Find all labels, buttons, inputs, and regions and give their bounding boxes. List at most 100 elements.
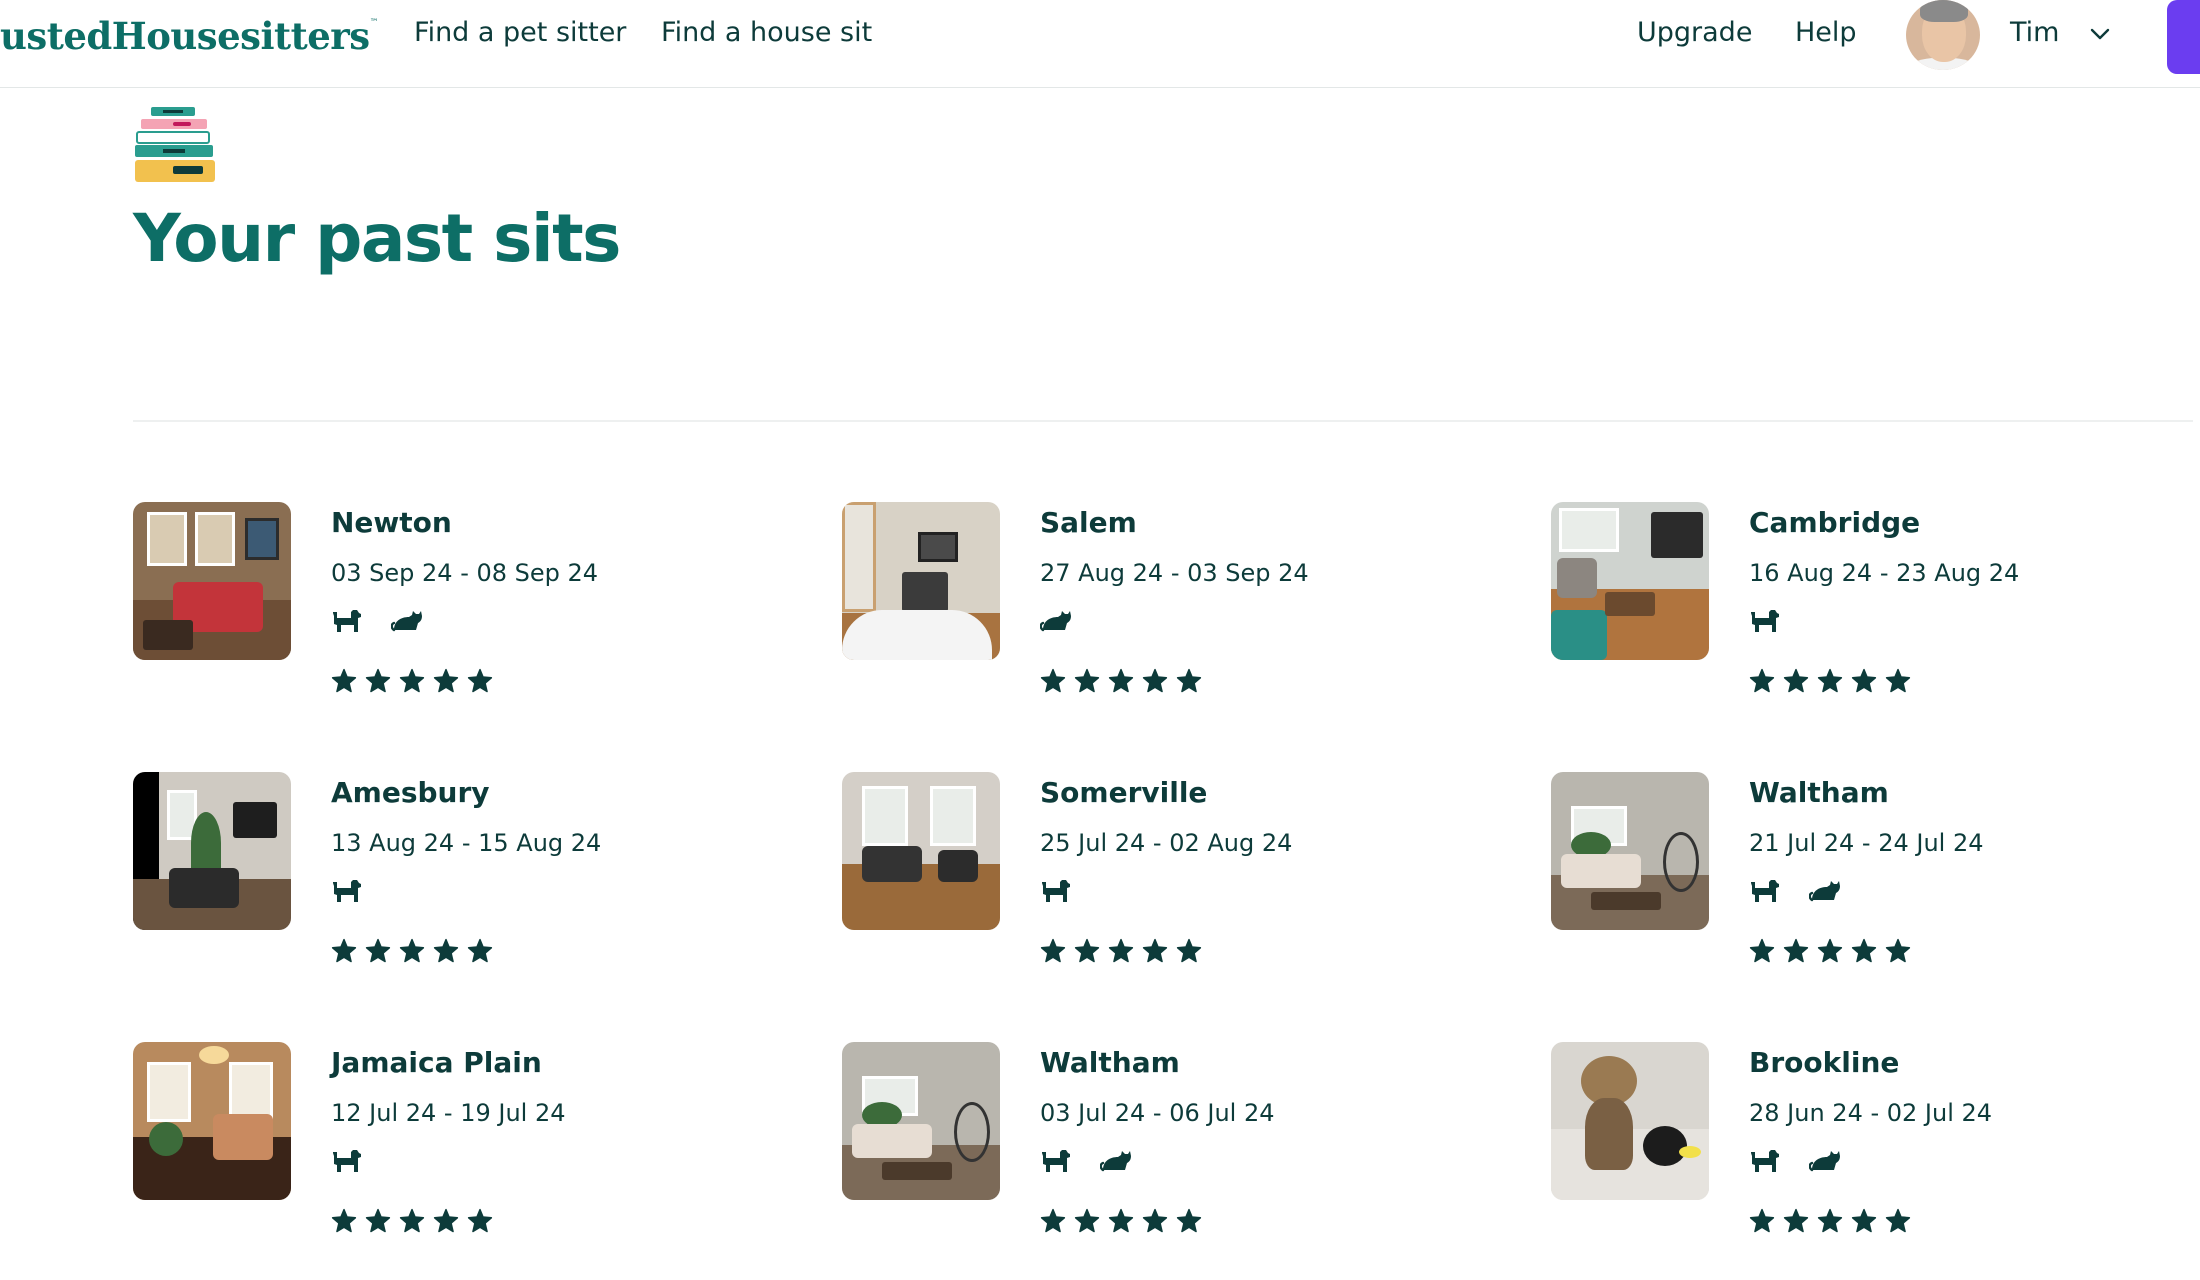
star-icon <box>1851 938 1877 963</box>
pet-icons <box>1749 876 1841 908</box>
sit-card-amesbury[interactable]: Amesbury 13 Aug 24 - 15 Aug 24 <box>133 772 773 992</box>
star-icon <box>1885 938 1911 963</box>
sit-card-newton[interactable]: Newton 03 Sep 24 - 08 Sep 24 <box>133 502 773 722</box>
trustedhousesitters-logo[interactable]: ustedHousesitters™ <box>0 14 379 58</box>
star-icon <box>1074 668 1100 693</box>
dog-icon <box>1042 880 1070 902</box>
star-icon <box>1074 938 1100 963</box>
sit-dates: 21 Jul 24 - 24 Jul 24 <box>1749 829 1984 857</box>
sit-city: Salem <box>1040 506 1137 539</box>
star-icon <box>433 938 459 963</box>
sit-photo <box>133 772 291 930</box>
star-icon <box>1817 938 1843 963</box>
star-icon <box>1885 668 1911 693</box>
pet-icons <box>331 876 363 908</box>
star-icon <box>399 668 425 693</box>
star-icon <box>1783 1208 1809 1233</box>
sit-dates: 25 Jul 24 - 02 Aug 24 <box>1040 829 1293 857</box>
sit-photo <box>133 502 291 660</box>
star-icon <box>365 668 391 693</box>
star-icon <box>1885 1208 1911 1233</box>
nav-help-link[interactable]: Help <box>1795 17 1857 48</box>
sit-photo <box>842 772 1000 930</box>
sit-card-waltham-1[interactable]: Waltham 21 Jul 24 - 24 Jul 24 <box>1551 772 2191 992</box>
sit-photo <box>133 1042 291 1200</box>
cat-icon <box>1809 1151 1840 1172</box>
sit-card-waltham-2[interactable]: Waltham 03 Jul 24 - 06 Jul 24 <box>842 1042 1482 1262</box>
star-icon <box>399 938 425 963</box>
sit-dates: 03 Jul 24 - 06 Jul 24 <box>1040 1099 1275 1127</box>
pet-icons <box>1749 606 1781 638</box>
side-tab-button[interactable] <box>2167 0 2200 74</box>
top-navigation-bar: ustedHousesitters™ Find a pet sitter Fin… <box>0 0 2200 88</box>
sit-card-cambridge[interactable]: Cambridge 16 Aug 24 - 23 Aug 24 <box>1551 502 2191 722</box>
star-icon <box>1040 668 1066 693</box>
pet-icons <box>1749 1146 1841 1178</box>
sit-dates: 16 Aug 24 - 23 Aug 24 <box>1749 559 2020 587</box>
sit-card-brookline[interactable]: Brookline 28 Jun 24 - 02 Jul 24 <box>1551 1042 2191 1262</box>
star-icon <box>1108 938 1134 963</box>
sit-city: Newton <box>331 506 452 539</box>
star-icon <box>1783 938 1809 963</box>
sit-city: Cambridge <box>1749 506 1921 539</box>
rating-stars <box>1749 1208 1911 1234</box>
chevron-down-icon[interactable] <box>2088 22 2112 46</box>
nav-upgrade-link[interactable]: Upgrade <box>1637 17 1752 48</box>
sit-dates: 28 Jun 24 - 02 Jul 24 <box>1749 1099 1993 1127</box>
nav-find-house-sit[interactable]: Find a house sit <box>661 17 872 48</box>
user-name[interactable]: Tim <box>2010 17 2059 48</box>
dog-icon <box>333 610 361 632</box>
sit-photo <box>1551 772 1709 930</box>
sit-photo <box>842 1042 1000 1200</box>
dog-icon <box>333 1150 361 1172</box>
cat-icon <box>1100 1151 1131 1172</box>
star-icon <box>1074 1208 1100 1233</box>
star-icon <box>1851 668 1877 693</box>
star-icon <box>1176 1208 1202 1233</box>
nav-find-pet-sitter[interactable]: Find a pet sitter <box>414 17 626 48</box>
stacked-suitcases-icon <box>135 107 215 182</box>
star-icon <box>467 938 493 963</box>
sit-dates: 27 Aug 24 - 03 Sep 24 <box>1040 559 1309 587</box>
star-icon <box>1040 1208 1066 1233</box>
user-avatar[interactable] <box>1906 0 1980 70</box>
star-icon <box>1749 1208 1775 1233</box>
pet-icons <box>331 606 423 638</box>
sit-city: Amesbury <box>331 776 490 809</box>
cat-icon <box>1809 881 1840 902</box>
star-icon <box>1040 938 1066 963</box>
rating-stars <box>331 1208 493 1234</box>
star-icon <box>331 938 357 963</box>
sit-card-somerville[interactable]: Somerville 25 Jul 24 - 02 Aug 24 <box>842 772 1482 992</box>
cat-icon <box>391 611 422 632</box>
sit-city: Brookline <box>1749 1046 1900 1079</box>
star-icon <box>433 1208 459 1233</box>
sit-card-salem[interactable]: Salem 27 Aug 24 - 03 Sep 24 <box>842 502 1482 722</box>
star-icon <box>1851 1208 1877 1233</box>
pet-icons <box>331 1146 363 1178</box>
pet-icons <box>1040 1146 1132 1178</box>
dog-icon <box>1751 610 1779 632</box>
sit-card-jamaica-plain[interactable]: Jamaica Plain 12 Jul 24 - 19 Jul 24 <box>133 1042 773 1262</box>
star-icon <box>1783 668 1809 693</box>
star-icon <box>1142 1208 1168 1233</box>
sit-city: Somerville <box>1040 776 1208 809</box>
sit-city: Waltham <box>1749 776 1889 809</box>
rating-stars <box>1040 668 1202 694</box>
sit-photo <box>1551 1042 1709 1200</box>
section-divider <box>133 420 2193 422</box>
rating-stars <box>1749 938 1911 964</box>
star-icon <box>1817 1208 1843 1233</box>
star-icon <box>1108 668 1134 693</box>
sit-photo <box>1551 502 1709 660</box>
star-icon <box>1176 938 1202 963</box>
rating-stars <box>1040 1208 1202 1234</box>
cat-icon <box>1040 611 1071 632</box>
star-icon <box>331 668 357 693</box>
star-icon <box>1817 668 1843 693</box>
star-icon <box>1749 668 1775 693</box>
rating-stars <box>331 938 493 964</box>
star-icon <box>399 1208 425 1233</box>
sit-city: Jamaica Plain <box>331 1046 542 1079</box>
dog-icon <box>1751 1150 1779 1172</box>
